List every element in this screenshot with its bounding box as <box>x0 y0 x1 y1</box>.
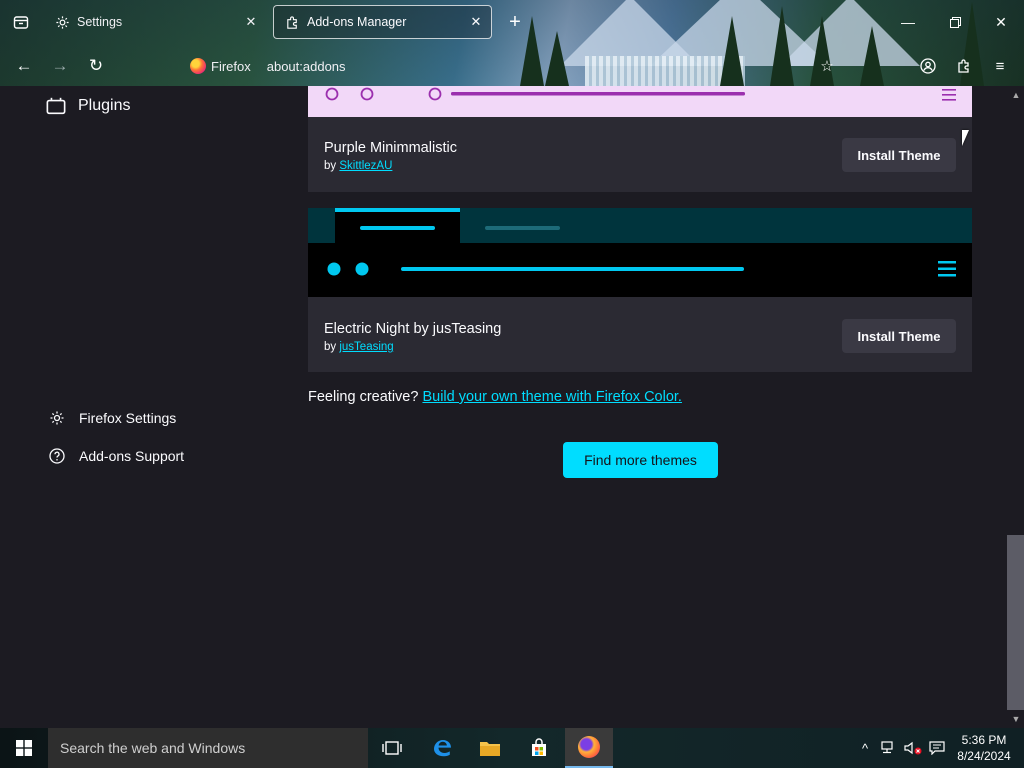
sidebar-item-label: Firefox Settings <box>79 410 177 426</box>
chevron-up-icon: ^ <box>861 740 869 756</box>
close-tab-icon[interactable]: ✕ <box>465 11 487 33</box>
taskbar-file-explorer[interactable] <box>466 728 514 768</box>
identity-label: Firefox <box>211 58 251 74</box>
close-icon: ✕ <box>995 13 1007 30</box>
theme-author-line: by SkittlezAU <box>324 160 457 172</box>
close-tab-icon[interactable]: ✕ <box>240 11 262 33</box>
hamburger-icon: ≡ <box>995 57 1005 75</box>
bookmark-star-button[interactable]: ☆ <box>815 54 839 78</box>
taskbar-store[interactable] <box>515 728 563 768</box>
notification-icon <box>929 741 945 755</box>
star-icon: ☆ <box>820 58 834 75</box>
taskbar-edge[interactable] <box>418 728 466 768</box>
sidebar-item-label: Add-ons Support <box>79 448 185 464</box>
clock-date: 8/24/2024 <box>957 749 1011 763</box>
find-more-themes-button[interactable]: Find more themes <box>563 442 718 478</box>
firefox-color-link[interactable]: Build your own theme with Firefox Color. <box>422 389 682 405</box>
tab-addons-manager[interactable]: Add-ons Manager ✕ <box>273 5 492 39</box>
back-button[interactable]: ← <box>11 54 37 78</box>
puzzle-icon <box>958 59 969 73</box>
taskbar-clock[interactable]: 5:36 PM 8/24/2024 <box>952 732 1016 764</box>
sidebar-item-plugins[interactable]: Plugins <box>46 96 130 116</box>
tab-overview-button[interactable] <box>6 8 36 36</box>
archive-icon <box>13 16 29 29</box>
theme-author-line: by jusTeasing <box>324 341 501 353</box>
restore-icon <box>949 16 961 28</box>
url-bar[interactable]: Firefox about:addons <box>180 52 840 80</box>
arrow-right-icon: → <box>51 56 69 75</box>
tab-settings[interactable]: Settings ✕ <box>44 5 266 39</box>
network-icon <box>881 741 893 754</box>
theme-name: Purple Minimmalistic <box>324 140 457 156</box>
browser-chrome: Settings ✕ Add-ons Manager ✕ + — ✕ ← → ↻… <box>0 0 1024 86</box>
theme-card: Electric Night by jusTeasing by jusTeasi… <box>308 208 972 372</box>
volume-tray-button[interactable] <box>902 728 924 768</box>
theme-info: Electric Night by jusTeasing by jusTeasi… <box>324 321 501 353</box>
tab-label: Settings <box>77 15 123 29</box>
by-label: by <box>324 160 337 172</box>
theme-info: Purple Minimmalistic by SkittlezAU <box>324 140 457 172</box>
account-button[interactable] <box>916 54 940 78</box>
clock-time: 5:36 PM <box>961 733 1007 747</box>
network-tray-button[interactable] <box>878 728 900 768</box>
account-icon <box>920 58 936 74</box>
folder-icon <box>480 742 500 756</box>
minimize-button[interactable]: — <box>893 9 923 35</box>
task-view-icon <box>382 741 402 755</box>
arrow-left-icon: ← <box>15 56 33 75</box>
plugin-icon <box>46 96 66 116</box>
restore-button[interactable] <box>940 9 970 35</box>
theme-name: Electric Night by jusTeasing <box>324 321 502 337</box>
scroll-up-icon[interactable]: ▲ <box>1008 88 1024 102</box>
start-button[interactable] <box>0 728 48 768</box>
gear-icon <box>54 14 70 30</box>
forward-button[interactable]: → <box>47 54 73 78</box>
taskbar-search-box[interactable]: Search the web and Windows <box>48 728 368 768</box>
theme-tree <box>860 26 884 86</box>
firefox-logo-icon <box>578 736 600 758</box>
show-hidden-icons-button[interactable]: ^ <box>856 728 874 768</box>
store-icon <box>532 738 546 756</box>
menu-button[interactable]: ≡ <box>988 54 1012 78</box>
reload-button[interactable]: ↻ <box>83 54 109 78</box>
author-link[interactable]: jusTeasing <box>339 341 393 353</box>
windows-logo-icon <box>16 740 32 756</box>
plus-icon: + <box>509 10 521 33</box>
sidebar-item-label: Plugins <box>78 97 131 114</box>
close-window-button[interactable]: ✕ <box>986 9 1016 35</box>
action-center-button[interactable] <box>926 728 948 768</box>
install-theme-button[interactable]: Install Theme <box>842 138 956 172</box>
puzzle-icon <box>284 14 300 30</box>
gear-icon <box>47 408 67 428</box>
firefox-logo-icon <box>190 58 206 74</box>
sidebar-firefox-settings[interactable]: Firefox Settings <box>47 408 176 428</box>
author-link[interactable]: SkittlezAU <box>339 160 392 172</box>
theme-card: Purple Minimmalistic by SkittlezAU Insta… <box>308 86 972 192</box>
mouse-cursor <box>962 130 969 146</box>
creative-text: Feeling creative? <box>308 389 419 405</box>
creative-line: Feeling creative? Build your own theme w… <box>308 389 682 405</box>
scroll-down-icon[interactable]: ▼ <box>1008 712 1024 726</box>
theme-preview <box>308 208 972 297</box>
install-theme-button[interactable]: Install Theme <box>842 319 956 353</box>
sidebar-addons-support[interactable]: Add-ons Support <box>47 446 184 466</box>
minimize-icon: — <box>901 14 915 30</box>
task-view-button[interactable] <box>368 728 416 768</box>
reload-icon: ↻ <box>88 56 104 75</box>
search-placeholder: Search the web and Windows <box>60 740 246 756</box>
by-label: by <box>324 341 337 353</box>
tab-label: Add-ons Manager <box>307 15 407 29</box>
help-icon <box>47 446 67 466</box>
url-text[interactable]: about:addons <box>267 59 346 74</box>
volume-muted-icon <box>904 741 922 755</box>
taskbar-firefox[interactable] <box>565 728 613 768</box>
new-tab-button[interactable]: + <box>503 10 527 34</box>
extensions-button[interactable] <box>952 54 976 78</box>
theme-preview <box>308 86 972 117</box>
scrollbar-thumb[interactable] <box>1007 535 1024 710</box>
taskbar: Search the web and Windows ^ 5:36 PM 8/2… <box>0 728 1024 768</box>
edge-icon <box>434 740 451 757</box>
